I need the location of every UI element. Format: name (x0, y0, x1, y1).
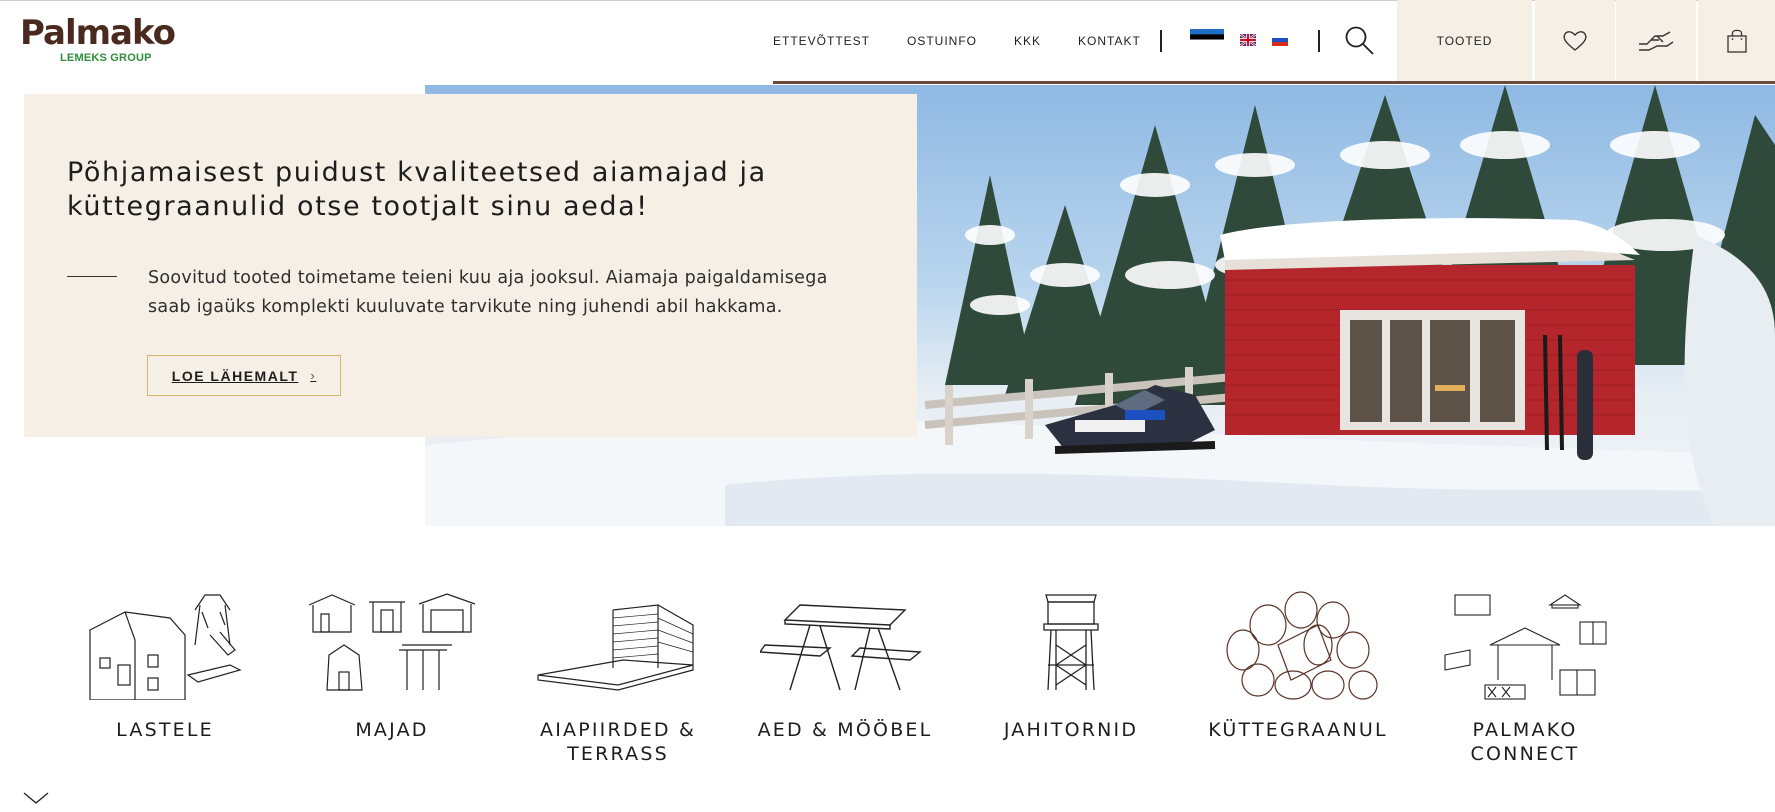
fence-terrace-icon (537, 604, 694, 691)
cart-button[interactable] (1698, 0, 1775, 81)
read-more-label: LOE LÄHEMALT (171, 367, 299, 384)
category-palmako-connect[interactable]: PALMAKO CONNECT (1415, 590, 1635, 766)
logo-subtitle: LEMEKS GROUP (60, 52, 152, 64)
category-label: LASTELE (116, 719, 214, 741)
nav-item-kkk[interactable]: KKK (1014, 34, 1041, 48)
category-majad[interactable]: MAJAD (282, 590, 502, 742)
chevron-down-icon[interactable] (22, 790, 50, 806)
heart-icon (1563, 30, 1587, 51)
main-nav: ETTEVÕTTEST OSTUINFO KKK KONTAKT (773, 0, 1178, 82)
picnic-table-icon (760, 604, 922, 691)
category-aiapiirded-terrass[interactable]: AIAPIIRDED & TERRASS (508, 590, 728, 766)
category-label: AED & MÖÖBEL (757, 719, 933, 741)
category-list: LASTELE MAJAD AIAPIIRDED & TERRASS AED &… (55, 590, 1675, 810)
flag-estonia-icon[interactable] (1190, 29, 1224, 45)
nav-separator (1160, 30, 1162, 52)
flag-russia-icon[interactable] (1272, 34, 1288, 46)
flag-uk-icon[interactable] (1240, 34, 1256, 46)
connect-button[interactable] (1616, 0, 1696, 81)
chevron-right-icon: › (310, 368, 317, 383)
nav-separator (1318, 30, 1320, 52)
nav-underline (773, 81, 1775, 84)
shopping-bag-icon (1726, 29, 1747, 53)
favorites-button[interactable] (1535, 0, 1615, 81)
category-aed-moobel[interactable]: AED & MÖÖBEL (735, 590, 955, 742)
read-more-button[interactable]: LOE LÄHEMALT › (147, 355, 341, 396)
logo-wordmark: Palmako (20, 13, 176, 53)
products-button[interactable]: TOOTED (1397, 0, 1532, 81)
logs-icon (1226, 591, 1378, 700)
search-icon[interactable] (1343, 24, 1377, 58)
category-jahitornid[interactable]: JAHITORNID (961, 590, 1181, 742)
nav-item-kontakt[interactable]: KONTAKT (1078, 34, 1141, 48)
nav-item-ostuinfo[interactable]: OSTUINFO (907, 34, 977, 48)
category-label: KÜTTEGRAANUL (1208, 719, 1388, 741)
hunting-tower-icon (1043, 594, 1099, 691)
handshake-icon (1639, 30, 1674, 51)
category-label: JAHITORNID (1003, 719, 1139, 741)
hero-title: Põhjamaisest puidust kvaliteetsed aiamaj… (67, 157, 767, 222)
palmako-logo[interactable]: Palmako LEMEKS GROUP (20, 14, 200, 74)
houses-icon (308, 593, 476, 691)
hero-panel: Põhjamaisest puidust kvaliteetsed aiamaj… (24, 94, 917, 437)
connect-structures-icon (1444, 594, 1607, 700)
category-lastele[interactable]: LASTELE (55, 590, 275, 742)
category-label: AIAPIIRDED & TERRASS (540, 719, 696, 765)
nav-item-ettevottest[interactable]: ETTEVÕTTEST (773, 34, 870, 48)
category-kuttegraanul[interactable]: KÜTTEGRAANUL (1188, 590, 1408, 742)
category-label: MAJAD (355, 719, 429, 741)
hero-divider (67, 276, 117, 277)
category-label: PALMAKO CONNECT (1470, 719, 1580, 765)
hero-description: Soovitud tooted toimetame teieni kuu aja… (148, 268, 828, 317)
playhouse-icon (89, 594, 242, 700)
